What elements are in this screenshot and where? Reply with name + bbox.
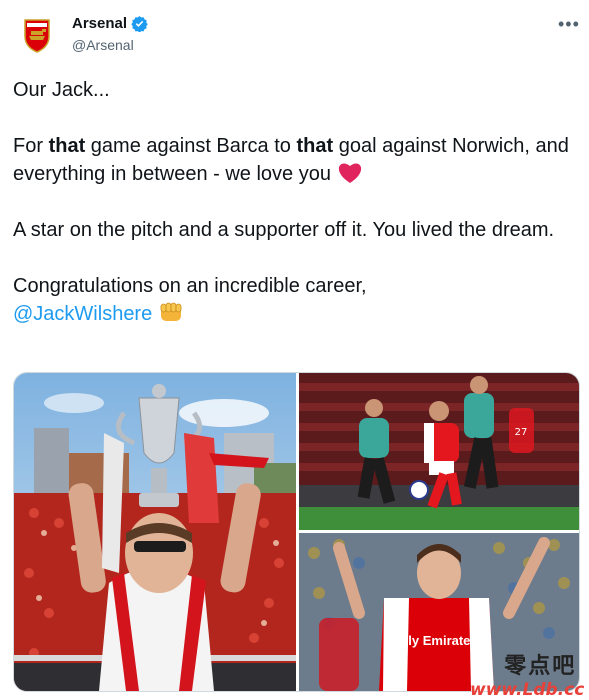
tweet-paragraph-3: A star on the pitch and a supporter off … (13, 219, 555, 241)
verified-badge-icon (131, 16, 148, 32)
tweet-header: Arsenal @Arsenal ••• (0, 0, 589, 70)
red-heart-emoji-icon (338, 163, 361, 183)
user-handle[interactable]: @Arsenal (72, 37, 134, 53)
media-grid: 27 Fly Emirates (13, 372, 580, 692)
tweet-paragraph-4: Congratulations on an incredible career,… (13, 272, 578, 328)
tweet-card: Arsenal @Arsenal ••• Our Jack... For tha… (0, 0, 589, 700)
tweet-line-1: Our Jack... (13, 79, 110, 101)
tweet-paragraph-2: For that game against Barca to that goal… (13, 132, 578, 188)
tweet-text: Our Jack... For that game against Barca … (13, 76, 578, 328)
fist-bump-emoji-icon (160, 302, 182, 321)
more-options-icon[interactable]: ••• (558, 14, 580, 35)
shirt-sponsor-text: Fly Emirates (400, 633, 477, 648)
text-segment: game against Barca to (85, 135, 297, 157)
congrats-text: Congratulations on an incredible career, (13, 275, 367, 297)
photo-player-celebrating[interactable]: Fly Emirates (299, 533, 579, 691)
arsenal-crest-icon[interactable] (16, 14, 58, 56)
mention-link[interactable]: @JackWilshere (13, 303, 152, 325)
bold-that: that (296, 135, 334, 157)
display-name-row[interactable]: Arsenal (72, 15, 148, 32)
photo-match-vs-barca[interactable]: 27 (299, 373, 579, 530)
display-name[interactable]: Arsenal (72, 15, 127, 32)
bold-that: that (48, 135, 86, 157)
text-segment: For (13, 135, 49, 157)
jersey-number: 27 (515, 427, 528, 438)
photo-trophy-celebration[interactable] (14, 373, 296, 691)
